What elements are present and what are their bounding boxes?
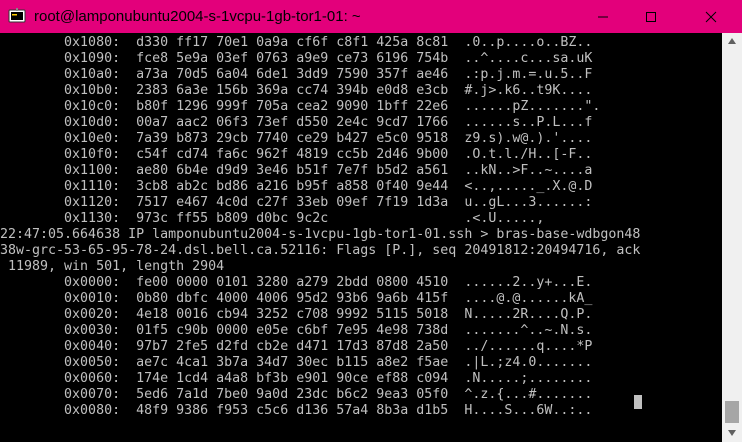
terminal-line: 0x10e0: 7a39 b873 29cb 7740 ce29 b427 e5…	[0, 131, 593, 146]
terminal-line: 0x10c0: b80f 1296 999f 705a cea2 9090 1b…	[0, 99, 601, 114]
terminal-line: 0x0020: 4e18 0016 cb94 3252 c708 9992 51…	[0, 307, 593, 322]
minimize-icon	[598, 16, 608, 17]
vertical-scrollbar[interactable]	[722, 33, 742, 442]
terminal-line: 0x1120: 7517 e467 4c0d c27f 33eb 09ef 7f…	[0, 195, 593, 210]
terminal-line: 0x10d0: 00a7 aac2 06f3 73ef d550 2e4c 9c…	[0, 115, 593, 130]
terminal-line: 0x1130: 973c ff55 b809 d0bc 9c2c .<.U...…	[0, 211, 545, 226]
close-icon	[705, 11, 717, 22]
terminal-line: 0x10a0: a73a 70d5 6a04 6de1 3dd9 7590 35…	[0, 67, 593, 82]
terminal-line: 0x10b0: 2383 6a3e 156b 369a cc74 394b e0…	[0, 83, 593, 98]
terminal-app-icon	[8, 8, 26, 23]
terminal-line: 0x0030: 01f5 c90b 0000 e05e c6bf 7e95 4e…	[0, 323, 593, 338]
terminal-line: 0x0070: 5ed6 7a1d 7be0 9a0d 23dc b6c2 9e…	[0, 387, 593, 402]
terminal-lines: 0x1080: d330 ff17 70e1 0a9a cf6f c8f1 42…	[0, 35, 640, 419]
terminal-line: 22:47:05.664638 IP lamponubuntu2004-s-1v…	[0, 227, 641, 242]
terminal-line: 0x0050: ae7c 4ca1 3b7a 34d7 30ec b115 a8…	[0, 355, 593, 370]
terminal-output[interactable]: 0x1080: d330 ff17 70e1 0a9a cf6f c8f1 42…	[0, 33, 722, 442]
terminal-line: 0x0000: fe00 0000 0101 3280 a279 2bdd 08…	[0, 275, 593, 290]
terminal-line: 0x0080: 48f9 9386 f953 c5c6 d136 57a4 8b…	[0, 403, 593, 418]
text-cursor	[634, 395, 642, 409]
terminal-line: 0x0040: 97b7 2fe5 d2fd cb2e d471 17d3 87…	[0, 339, 593, 354]
close-button[interactable]	[688, 0, 734, 33]
scroll-thumb[interactable]	[725, 401, 739, 423]
terminal-line: 0x0060: 174e 1cd4 a4a8 bf3b e901 90ce ef…	[0, 371, 593, 386]
terminal-line: 11989, win 501, length 2904	[0, 259, 225, 274]
scroll-up-arrow-icon[interactable]	[727, 37, 737, 45]
terminal-line: 0x1090: fce8 5e9a 03ef 0763 a9e9 ce73 61…	[0, 51, 593, 66]
terminal-line: 0x0010: 0b80 dbfc 4000 4006 95d2 93b6 9a…	[0, 291, 593, 306]
maximize-button[interactable]	[628, 0, 674, 33]
scroll-down-arrow-icon[interactable]	[727, 429, 737, 437]
title-bar[interactable]: root@lamponubuntu2004-s-1vcpu-1gb-tor1-0…	[0, 0, 742, 33]
maximize-icon	[646, 11, 656, 22]
terminal-line: 0x1110: 3cb8 ab2c bd86 a216 b95f a858 0f…	[0, 179, 593, 194]
terminal-line: 0x1100: ae80 6b4e d9d9 3e46 b51f 7e7f b5…	[0, 163, 593, 178]
terminal-line: 0x1080: d330 ff17 70e1 0a9a cf6f c8f1 42…	[0, 35, 593, 50]
minimize-button[interactable]	[580, 0, 626, 33]
terminal-line: 38w-grc-53-65-95-78-24.dsl.bell.ca.52116…	[0, 243, 641, 258]
terminal-line: 0x10f0: c54f cd74 fa6c 962f 4819 cc5b 2d…	[0, 147, 593, 162]
window-title: root@lamponubuntu2004-s-1vcpu-1gb-tor1-0…	[34, 8, 361, 25]
